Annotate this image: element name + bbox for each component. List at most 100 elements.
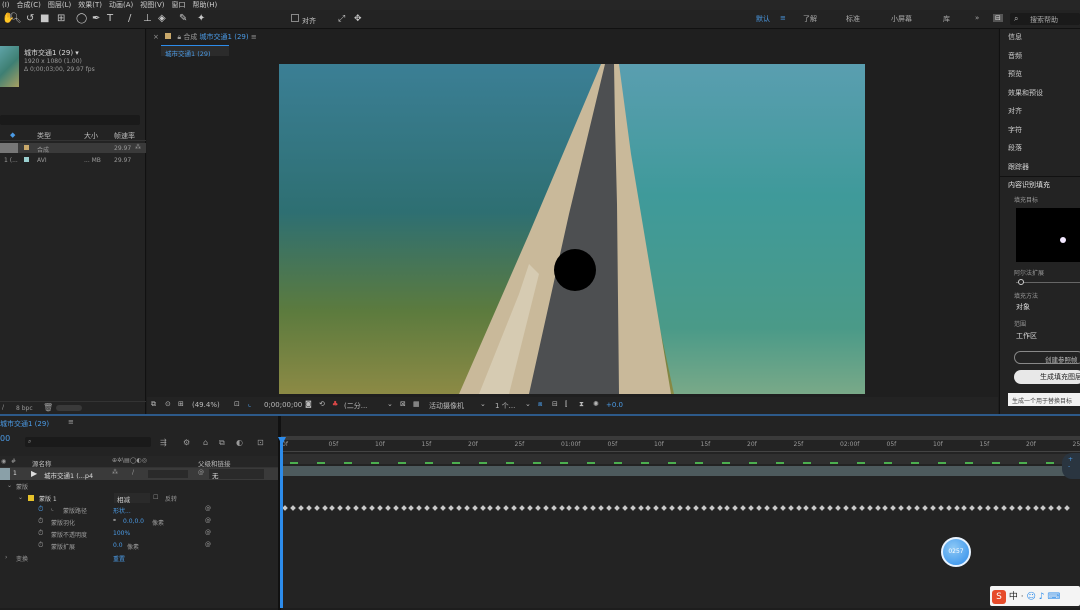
workspace-more-icon[interactable]: »: [975, 14, 979, 22]
transparency-grid-icon[interactable]: ▦: [413, 400, 420, 408]
frame-blending-icon[interactable]: ⧉: [219, 438, 225, 448]
snap-icon[interactable]: ⤢: [338, 13, 345, 25]
chevron-down-icon[interactable]: ⌄: [18, 494, 23, 501]
menu-item[interactable]: 帮助(H): [193, 0, 218, 10]
graph-editor-icon[interactable]: ⊡: [257, 438, 264, 447]
workspace-menu-icon[interactable]: ≡: [780, 14, 786, 22]
delete-icon[interactable]: 🗑︎: [43, 403, 53, 412]
content-aware-fill-title[interactable]: 内容识别填充: [1008, 180, 1050, 190]
camera-icon[interactable]: ■: [40, 13, 49, 25]
create-reference-frame-button[interactable]: 创建参照帧: [1014, 351, 1080, 364]
chevron-down-icon[interactable]: ⌄: [7, 482, 12, 489]
punctuation-icon[interactable]: ·: [1021, 592, 1024, 602]
exposure-icon[interactable]: ✺: [593, 400, 599, 408]
timeline-menu-icon[interactable]: ≡: [68, 418, 74, 426]
stopwatch-icon[interactable]: ⏱︎: [38, 541, 43, 550]
panel-preview[interactable]: 预览: [1008, 69, 1022, 79]
invert-checkbox[interactable]: ☐: [153, 494, 158, 501]
chevron-down-icon[interactable]: ⌄: [387, 400, 393, 408]
ime-toolbar[interactable]: S 中 · ☺ ♪ ⌨: [990, 586, 1080, 606]
menu-item[interactable]: 窗口: [172, 0, 186, 10]
camera-select[interactable]: 活动摄像机: [429, 401, 464, 411]
chevron-down-icon[interactable]: ⌄: [525, 400, 531, 408]
col-source-name[interactable]: 源名称: [32, 458, 52, 468]
slider-handle[interactable]: [1018, 279, 1024, 285]
chain-icon[interactable]: ⚭: [112, 517, 117, 524]
project-search-input[interactable]: [0, 115, 140, 125]
pan-behind-icon[interactable]: ⊞: [57, 13, 65, 25]
comp-tab[interactable]: 城市交通1 (29): [161, 45, 229, 56]
close-icon[interactable]: ×: [153, 33, 159, 41]
chevron-down-icon[interactable]: ⌄: [480, 400, 486, 408]
layer-search-input[interactable]: ⌕: [25, 437, 151, 447]
resolution-grid-icon[interactable]: ⊡: [234, 400, 240, 408]
exposure-value[interactable]: +0.0: [606, 401, 623, 409]
always-preview-icon[interactable]: ⧉: [151, 400, 156, 409]
panel-info[interactable]: 信息: [1008, 32, 1022, 42]
workspace-small-screen[interactable]: 小屏幕: [891, 14, 912, 24]
microphone-icon[interactable]: ♪: [1039, 592, 1045, 602]
pen-tool-icon[interactable]: ✒: [92, 13, 100, 25]
fast-preview-icon[interactable]: ⧗: [579, 400, 584, 409]
menu-item[interactable]: 效果(T): [78, 0, 102, 10]
stopwatch-icon[interactable]: ⏱︎: [38, 517, 43, 526]
sync-icon[interactable]: ⊟: [993, 14, 1003, 22]
expand-icon[interactable]: ✥: [354, 13, 362, 25]
shy-layers-icon[interactable]: ⌂: [203, 438, 208, 447]
rotate-icon[interactable]: ↺: [26, 13, 34, 25]
thumbnail-slider[interactable]: [56, 405, 82, 411]
mask-opacity-row[interactable]: ⏱︎ 蒙版不透明度 100% @: [0, 528, 278, 540]
video-frame[interactable]: [279, 64, 865, 394]
playhead[interactable]: [280, 440, 283, 608]
roi-icon[interactable]: ⊠: [400, 400, 406, 408]
mask-mode-select[interactable]: 相减: [114, 493, 150, 503]
fill-method-select[interactable]: 对象: [1016, 302, 1030, 312]
layer-row[interactable]: 1 ▶ 城市交通1 (...p4 ⁂ / @ 无: [0, 468, 278, 480]
panel-character[interactable]: 字符: [1008, 125, 1022, 135]
alpha-expand-slider[interactable]: [1016, 282, 1080, 283]
3d-view-icon[interactable]: ⊟: [552, 400, 558, 408]
project-row[interactable]: 合成 29.97 ⁂: [0, 143, 146, 153]
prop-value[interactable]: 0.0: [113, 542, 123, 549]
label-icon[interactable]: ◆: [10, 131, 15, 139]
workspace-default[interactable]: 默认: [756, 14, 770, 24]
flowchart-icon[interactable]: ⫿: [565, 400, 567, 409]
text-tool-icon[interactable]: T: [107, 13, 113, 25]
ime-language[interactable]: 中: [1009, 592, 1018, 602]
menu-item[interactable]: 图层(L): [48, 0, 71, 10]
prop-value[interactable]: 形状...: [113, 506, 131, 515]
quality-icon[interactable]: /: [132, 469, 134, 476]
prop-value[interactable]: 100%: [113, 530, 130, 537]
channel-icon[interactable]: ♣: [332, 400, 338, 408]
mask-group-row[interactable]: ⌄ 蒙版: [0, 480, 278, 492]
col-fps[interactable]: 帧速率: [114, 131, 135, 141]
workspace-library[interactable]: 库: [943, 14, 950, 24]
stopwatch-icon[interactable]: ⏱︎: [38, 505, 43, 514]
reset-link[interactable]: 重置: [113, 554, 125, 563]
emoji-icon[interactable]: ☺: [1027, 592, 1036, 602]
brush-tool-icon[interactable]: /: [128, 13, 131, 25]
graph-icon[interactable]: ⌞: [51, 505, 54, 512]
zoom-icon[interactable]: 🔍︎: [9, 13, 22, 25]
menu-item[interactable]: 视图(V): [140, 0, 164, 10]
panel-paragraph[interactable]: 段落: [1008, 143, 1022, 153]
layer-name[interactable]: 城市交通1 (...p4: [44, 470, 93, 480]
comp-mini-flowchart-icon[interactable]: ⇶: [160, 438, 167, 447]
mask-row[interactable]: ⌄ 蒙版 1 相减 ☐ 反转: [0, 492, 278, 504]
workspace-learn[interactable]: 了解: [803, 14, 817, 24]
generate-fill-layer-button[interactable]: 生成填充图层: [1014, 370, 1080, 384]
zoom-handle[interactable]: +-: [1062, 453, 1080, 479]
pickwhip-icon[interactable]: @: [198, 469, 204, 476]
panel-tracker[interactable]: 跟踪器: [1008, 162, 1029, 172]
switch-boxes[interactable]: [148, 470, 188, 478]
transform-row[interactable]: › 变换 重置: [0, 552, 278, 564]
snapshot-icon[interactable]: ◙: [305, 400, 312, 408]
col-type[interactable]: 类型: [37, 131, 51, 141]
lock-icon[interactable]: 🔒︎: [177, 33, 181, 41]
align-checkbox[interactable]: [291, 14, 299, 22]
zoom-level[interactable]: (49.4%): [192, 401, 220, 409]
show-snapshot-icon[interactable]: ⟲: [319, 400, 325, 408]
eraser-icon[interactable]: ◈: [158, 13, 166, 25]
keyboard-icon[interactable]: ⌨: [1047, 592, 1060, 602]
interpret-icon[interactable]: /: [2, 404, 4, 411]
